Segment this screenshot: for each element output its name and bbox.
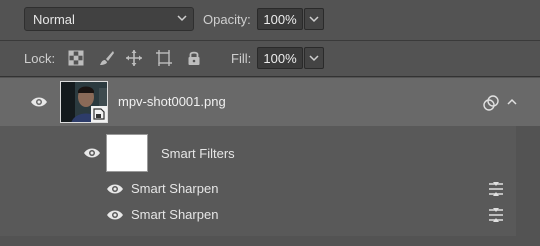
chevron-down-icon [309,16,319,23]
layer-row[interactable]: mpv-shot0001.png [0,78,540,126]
fill-input[interactable]: 100% [257,47,303,69]
chevron-up-icon[interactable] [506,97,518,107]
layer-thumbnail[interactable] [60,81,108,123]
fill-label: Fill: [231,51,252,66]
blend-mode-select[interactable]: Normal [24,7,194,31]
blend-mode-value: Normal [33,11,75,27]
checkerboard-lock-icon[interactable] [67,49,85,67]
filter-row[interactable]: Smart Sharpen [0,176,540,202]
filter-row[interactable]: Smart Sharpen [0,202,540,228]
opacity-dropdown-button[interactable] [304,8,324,30]
opacity-label: Opacity: [203,12,251,27]
padlock-icon[interactable] [185,49,203,67]
smart-filters-row[interactable]: Smart Filters [0,128,540,176]
blend-row: Normal Opacity: 100% [0,0,540,40]
smart-filter-mask-thumbnail[interactable] [106,134,148,172]
opacity-input[interactable]: 100% [257,8,303,30]
eye-icon[interactable] [106,183,124,195]
eye-icon[interactable] [83,147,101,159]
artboard-lock-icon[interactable] [155,49,173,67]
smart-filter-link-icon[interactable] [482,95,500,111]
filter-options-icon[interactable] [487,207,505,223]
smart-filters-label: Smart Filters [161,146,235,161]
eye-icon[interactable] [106,209,124,221]
eye-icon[interactable] [30,96,48,108]
filter-label[interactable]: Smart Sharpen [131,207,218,222]
lock-label: Lock: [24,51,56,66]
divider [0,76,540,77]
smart-object-badge-icon [91,106,107,122]
brush-lock-icon[interactable] [98,49,116,67]
filter-options-icon[interactable] [487,181,505,197]
layer-name[interactable]: mpv-shot0001.png [118,94,226,109]
fill-dropdown-button[interactable] [304,47,324,69]
chevron-down-icon [177,15,187,22]
chevron-down-icon [309,55,319,62]
move-lock-icon[interactable] [125,49,143,67]
filter-label[interactable]: Smart Sharpen [131,181,218,196]
